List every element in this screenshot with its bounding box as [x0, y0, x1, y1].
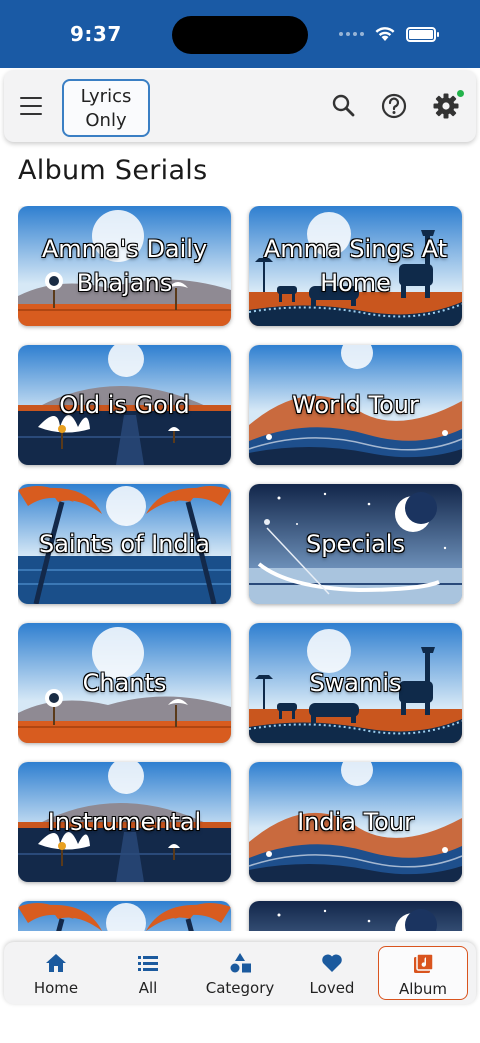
nav-category-label: Category	[205, 979, 275, 997]
album-card[interactable]: Specials	[249, 484, 462, 604]
album-card[interactable]: Saints of India	[18, 484, 231, 604]
settings-button[interactable]	[432, 90, 464, 120]
album-title: Specials	[306, 530, 405, 558]
album-title: Saints of India	[38, 530, 211, 558]
album-card[interactable]: Chants	[18, 623, 231, 743]
album-card[interactable]: Amma's Daily Bhajans	[18, 206, 231, 326]
album-title: Amma Sings At Home	[263, 235, 448, 297]
home-icon	[46, 954, 66, 972]
nav-all[interactable]: All	[103, 946, 193, 1000]
nav-album[interactable]: Album	[378, 946, 468, 1000]
album-title: Amma's Daily Bhajans	[41, 235, 208, 297]
top-app-bar: Lyrics Only	[4, 70, 476, 142]
gear-icon	[433, 93, 459, 119]
album-grid: Amma's Daily Bhajans Amma Sings At Home …	[18, 206, 464, 931]
battery-icon	[406, 26, 439, 42]
album-card[interactable]: Old is Gold	[18, 345, 231, 465]
nav-home[interactable]: Home	[11, 946, 101, 1000]
album-card[interactable]	[18, 901, 231, 931]
menu-icon[interactable]	[20, 97, 42, 115]
album-title: World Tour	[292, 391, 419, 419]
album-card[interactable]: Instrumental	[18, 762, 231, 882]
heart-icon	[322, 954, 342, 972]
nav-album-label: Album	[398, 980, 448, 998]
notification-dot	[457, 90, 464, 97]
bottom-nav: Home All Category Loved Album	[4, 942, 476, 1004]
lyrics-button-line2: Only	[85, 110, 127, 131]
lyrics-only-button[interactable]: Lyrics Only	[62, 79, 150, 137]
album-title: Swamis	[309, 669, 402, 697]
status-bar: 9:37	[0, 0, 480, 68]
help-icon[interactable]	[380, 92, 408, 120]
album-title	[18, 901, 231, 931]
album-card[interactable]: India Tour	[249, 762, 462, 882]
album-title: Old is Gold	[59, 391, 190, 419]
list-icon	[138, 956, 158, 971]
album-card[interactable]: Swamis	[249, 623, 462, 743]
lyrics-button-line1: Lyrics	[80, 86, 132, 107]
album-title	[249, 901, 462, 931]
album-card[interactable]	[249, 901, 462, 931]
category-icon	[230, 953, 251, 973]
nav-loved[interactable]: Loved	[287, 946, 377, 1000]
album-title: India Tour	[297, 808, 414, 836]
status-time: 9:37	[70, 22, 122, 46]
nav-category[interactable]: Category	[195, 946, 285, 1000]
album-title: Chants	[82, 669, 167, 697]
status-indicators	[339, 26, 439, 42]
nav-home-label: Home	[33, 979, 79, 997]
dynamic-island	[172, 16, 308, 54]
search-icon[interactable]	[330, 92, 358, 120]
album-title: Instrumental	[47, 808, 202, 836]
album-icon	[414, 953, 434, 973]
section-title: Album Serials	[18, 155, 208, 186]
wifi-icon	[375, 27, 395, 41]
album-card[interactable]: Amma Sings At Home	[249, 206, 462, 326]
nav-loved-label: Loved	[309, 979, 355, 997]
nav-all-label: All	[138, 979, 158, 997]
album-card[interactable]: World Tour	[249, 345, 462, 465]
cellular-signal-icon	[339, 32, 364, 36]
